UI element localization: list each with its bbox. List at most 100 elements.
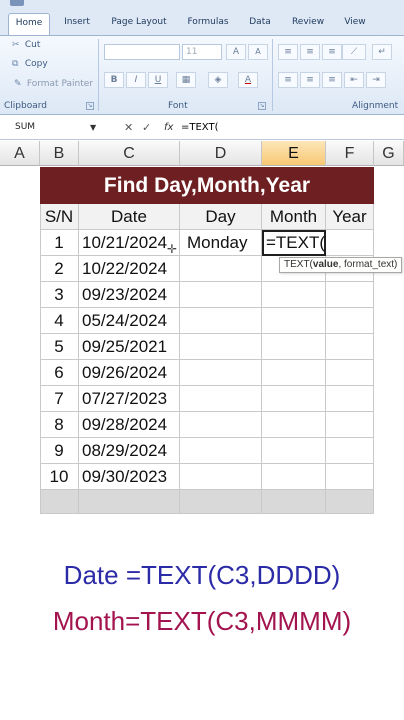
sn-cell[interactable]: 5 — [40, 334, 79, 360]
sn-cell[interactable]: 10 — [40, 464, 79, 490]
month-cell[interactable] — [262, 386, 326, 412]
day-cell[interactable] — [180, 386, 262, 412]
clipboard-launcher-icon[interactable]: ↘ — [86, 102, 94, 110]
year-cell[interactable] — [326, 282, 374, 308]
date-cell[interactable]: 09/26/2024 — [79, 360, 180, 386]
column-header-b[interactable]: B — [40, 141, 79, 166]
year-cell[interactable] — [326, 230, 374, 256]
copy-button[interactable]: ⧉ Copy — [12, 59, 48, 69]
month-cell[interactable] — [262, 438, 326, 464]
cut-button[interactable]: ✂ Cut — [12, 40, 40, 50]
grow-font-button[interactable]: A — [226, 44, 246, 60]
underline-button[interactable]: U — [148, 72, 168, 88]
date-cell[interactable]: 07/27/2023 — [79, 386, 180, 412]
font-color-button[interactable]: A — [238, 72, 258, 88]
sn-cell[interactable]: 4 — [40, 308, 79, 334]
chevron-down-icon[interactable]: ▼ — [90, 119, 96, 136]
align-left-button[interactable]: ≡ — [278, 72, 298, 88]
empty-cell[interactable] — [180, 490, 262, 514]
day-cell[interactable] — [180, 256, 262, 282]
bold-button[interactable]: B — [104, 72, 124, 88]
date-cell[interactable]: 09/30/2023 — [79, 464, 180, 490]
day-cell[interactable] — [180, 360, 262, 386]
sn-cell[interactable]: 7 — [40, 386, 79, 412]
wrap-text-button[interactable]: ↵ — [372, 44, 392, 60]
year-cell[interactable] — [326, 412, 374, 438]
formula-input[interactable]: =TEXT( — [181, 119, 219, 136]
column-header-f[interactable]: F — [326, 141, 374, 166]
sn-cell[interactable]: 9 — [40, 438, 79, 464]
font-launcher-icon[interactable]: ↘ — [258, 102, 266, 110]
empty-cell[interactable] — [79, 490, 180, 514]
tab-page-layout[interactable]: Page Layout — [104, 13, 174, 35]
align-center-button[interactable]: ≡ — [300, 72, 320, 88]
cancel-icon[interactable]: ✕ — [124, 119, 133, 136]
year-cell[interactable] — [326, 464, 374, 490]
orientation-button[interactable]: ⟋ — [342, 44, 366, 60]
year-cell[interactable] — [326, 308, 374, 334]
align-right-button[interactable]: ≡ — [322, 72, 342, 88]
year-cell[interactable] — [326, 386, 374, 412]
borders-button[interactable]: ▦ — [176, 72, 196, 88]
year-cell[interactable] — [326, 438, 374, 464]
month-cell[interactable] — [262, 464, 326, 490]
day-cell[interactable]: Monday — [180, 230, 262, 256]
align-middle-button[interactable]: ≡ — [300, 44, 320, 60]
tab-view[interactable]: View — [338, 13, 372, 35]
day-cell[interactable] — [180, 334, 262, 360]
column-header-g[interactable]: G — [374, 141, 404, 166]
month-cell[interactable] — [262, 334, 326, 360]
month-cell[interactable] — [262, 308, 326, 334]
font-name-dropdown[interactable] — [104, 44, 180, 60]
month-cell-active[interactable]: =TEXT( — [262, 230, 326, 256]
sn-cell[interactable]: 2 — [40, 256, 79, 282]
save-icon[interactable] — [10, 0, 24, 6]
column-header-a[interactable]: A — [0, 141, 40, 166]
italic-button[interactable]: I — [126, 72, 146, 88]
header-cell-date[interactable]: Date — [79, 204, 180, 230]
month-cell[interactable] — [262, 282, 326, 308]
column-header-e[interactable]: E — [262, 141, 326, 166]
day-cell[interactable] — [180, 438, 262, 464]
day-cell[interactable] — [180, 412, 262, 438]
header-cell-day[interactable]: Day — [180, 204, 262, 230]
date-cell[interactable]: 08/29/2024 — [79, 438, 180, 464]
header-cell-year[interactable]: Year — [326, 204, 374, 230]
date-cell[interactable]: 05/24/2024 — [79, 308, 180, 334]
column-header-c[interactable]: C — [79, 141, 180, 166]
sn-cell[interactable]: 3 — [40, 282, 79, 308]
align-top-button[interactable]: ≡ — [278, 44, 298, 60]
header-cell-month[interactable]: Month — [262, 204, 326, 230]
align-bottom-button[interactable]: ≡ — [322, 44, 342, 60]
tab-insert[interactable]: Insert — [56, 13, 98, 35]
tooltip-arg[interactable]: value — [313, 259, 339, 270]
sn-cell[interactable]: 6 — [40, 360, 79, 386]
font-size-dropdown[interactable]: 11 — [182, 44, 222, 60]
day-cell[interactable] — [180, 282, 262, 308]
header-cell-sn[interactable]: S/N — [40, 204, 79, 230]
month-cell[interactable] — [262, 360, 326, 386]
empty-cell[interactable] — [40, 490, 79, 514]
month-cell[interactable] — [262, 412, 326, 438]
decrease-indent-button[interactable]: ⇤ — [344, 72, 364, 88]
sn-cell[interactable]: 1 — [40, 230, 79, 256]
sn-cell[interactable]: 8 — [40, 412, 79, 438]
fill-color-button[interactable]: ◈ — [208, 72, 228, 88]
empty-cell[interactable] — [326, 490, 374, 514]
insert-function-button[interactable]: fx — [164, 119, 173, 136]
tab-review[interactable]: Review — [284, 13, 332, 35]
sheet-title[interactable]: Find Day,Month,Year — [40, 167, 374, 204]
year-cell[interactable] — [326, 360, 374, 386]
format-painter-button[interactable]: ✎ Format Painter — [14, 79, 93, 89]
increase-indent-button[interactable]: ⇥ — [366, 72, 386, 88]
shrink-font-button[interactable]: A — [248, 44, 268, 60]
enter-icon[interactable]: ✓ — [142, 119, 151, 136]
column-header-d[interactable]: D — [180, 141, 262, 166]
name-box[interactable]: SUM — [4, 119, 100, 136]
date-cell[interactable]: 09/28/2024 — [79, 412, 180, 438]
year-cell[interactable] — [326, 334, 374, 360]
date-cell[interactable]: 10/21/2024 — [79, 230, 180, 256]
empty-cell[interactable] — [262, 490, 326, 514]
day-cell[interactable] — [180, 464, 262, 490]
day-cell[interactable] — [180, 308, 262, 334]
